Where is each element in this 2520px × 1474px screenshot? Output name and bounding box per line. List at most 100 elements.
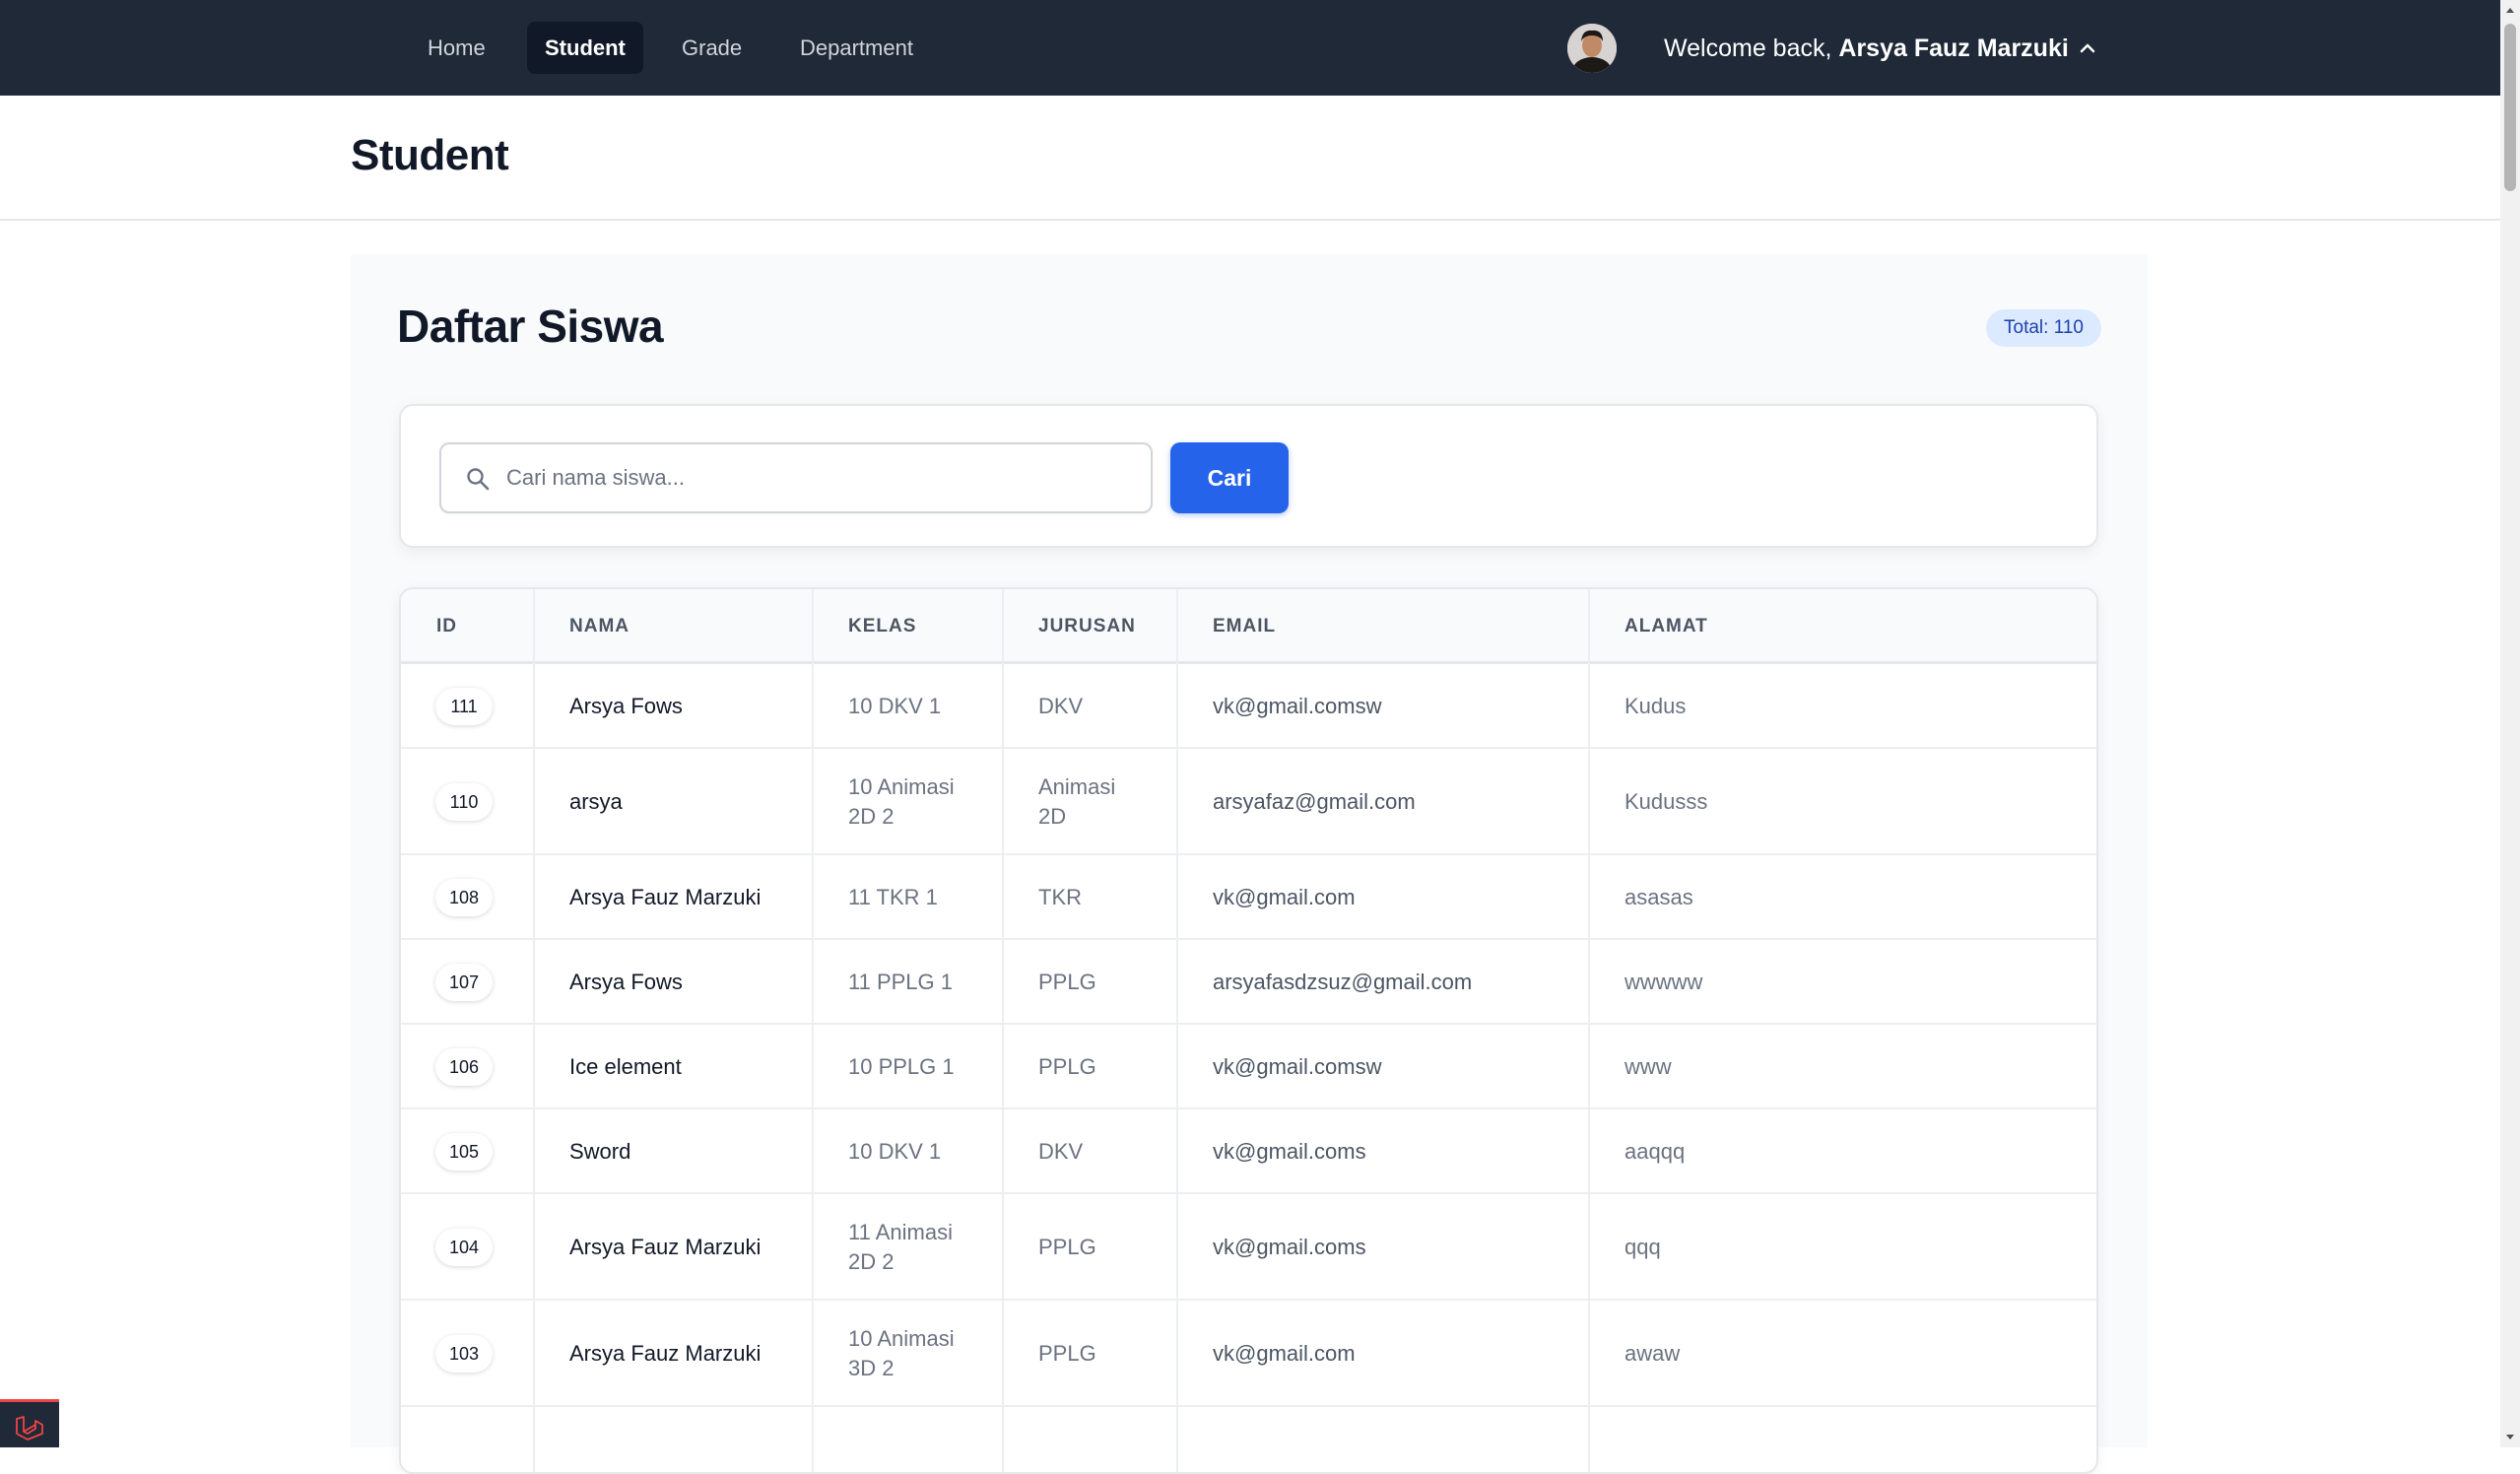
cell-alamat: www xyxy=(1625,1054,1672,1079)
row-id-badge: 104 xyxy=(435,1229,493,1266)
cell-email: arsyafaz@gmail.com xyxy=(1213,789,1416,814)
cell-alamat: Kudusss xyxy=(1625,789,1708,814)
search-card: Cari xyxy=(399,404,2098,548)
cell-email: vk@gmail.coms xyxy=(1213,1139,1366,1164)
cell-jurusan-line: Animasi xyxy=(1038,774,1116,799)
cell-kelas-line: 2D 2 xyxy=(848,804,895,829)
table-row[interactable]: 107 Arsya Fows 11 PPLG 1 PPLG arsyafasdzsuz@… xyxy=(401,940,2096,1025)
laravel-debugbar-toggle[interactable] xyxy=(0,1399,59,1447)
student-table: ID NAMA KELAS JURUSAN EMAIL ALAMAT 111 Ar… xyxy=(399,587,2098,1474)
cell-jurusan: PPLG xyxy=(1038,1052,1096,1082)
cell-email: vk@gmail.coms xyxy=(1213,1235,1366,1259)
cell-nama: Arsya Fows xyxy=(569,970,683,994)
total-badge: Total: 110 xyxy=(1986,309,2101,347)
nav-link-student[interactable]: Student xyxy=(527,22,643,74)
cell-jurusan: DKV xyxy=(1038,1137,1083,1167)
cell-jurusan-line: PPLG xyxy=(1038,970,1096,994)
table-row[interactable]: 111 Arsya Fows 10 DKV 1 DKV vk@gmail.comsw Ku… xyxy=(401,664,2096,749)
cell-nama: arsya xyxy=(569,789,623,814)
section-title: Daftar Siswa xyxy=(397,301,664,352)
table-row[interactable]: 105 Sword 10 DKV 1 DKV vk@gmail.coms aaqqq xyxy=(401,1109,2096,1194)
scroll-up-arrow-icon[interactable] xyxy=(2504,4,2516,16)
chevron-up-icon[interactable] xyxy=(2077,37,2098,59)
cell-kelas-line: 10 Animasi xyxy=(848,1326,955,1351)
table-row[interactable]: 104 Arsya Fauz Marzuki 11 Animasi 2D 2 PPLG v… xyxy=(401,1194,2096,1301)
cell-alamat: qqq xyxy=(1625,1235,1661,1259)
cell-jurusan: Animasi 2D xyxy=(1038,772,1115,832)
scroll-down-arrow-icon[interactable] xyxy=(2504,1432,2516,1443)
cell-jurusan-line: PPLG xyxy=(1038,1054,1096,1079)
cell-kelas: 10 DKV 1 xyxy=(848,692,941,721)
cell-nama: Arsya Fauz Marzuki xyxy=(569,885,762,909)
table-row[interactable]: 108 Arsya Fauz Marzuki 11 TKR 1 TKR vk@gmail… xyxy=(401,855,2096,940)
column-header-id: ID xyxy=(436,616,457,636)
cell-kelas: 11 TKR 1 xyxy=(848,883,938,912)
table-row[interactable]: 103 Arsya Fauz Marzuki 10 Animasi 3D 2 PPLG v… xyxy=(401,1301,2096,1407)
column-divider xyxy=(533,589,535,1472)
cell-alamat: asasas xyxy=(1625,885,1693,909)
cell-alamat: Kudus xyxy=(1625,694,1687,718)
cell-kelas: 10 PPLG 1 xyxy=(848,1052,955,1082)
cell-kelas-line: 2D 2 xyxy=(848,1249,895,1274)
cell-jurusan: DKV xyxy=(1038,692,1083,721)
row-id-badge: 106 xyxy=(435,1048,493,1086)
search-box[interactable] xyxy=(439,442,1153,513)
cell-kelas: 10 DKV 1 xyxy=(848,1137,941,1167)
user-name: Arsya Fauz Marzuki xyxy=(1838,34,2069,62)
row-id-badge: 108 xyxy=(435,879,493,916)
cell-jurusan: PPLG xyxy=(1038,1233,1096,1262)
cell-nama: Arsya Fauz Marzuki xyxy=(569,1341,762,1366)
search-button[interactable]: Cari xyxy=(1170,442,1289,513)
column-divider xyxy=(812,589,814,1472)
table-row[interactable]: 106 Ice element 10 PPLG 1 PPLG vk@gmail.coms… xyxy=(401,1025,2096,1109)
cell-email: vk@gmail.comsw xyxy=(1213,694,1382,718)
cell-jurusan-line: TKR xyxy=(1038,885,1082,909)
cell-alamat: aaqqq xyxy=(1625,1139,1686,1164)
table-header: ID NAMA KELAS JURUSAN EMAIL ALAMAT xyxy=(401,589,2096,664)
cell-email: vk@gmail.comsw xyxy=(1213,1054,1382,1079)
column-header-alamat: ALAMAT xyxy=(1625,616,1708,636)
nav-link-home[interactable]: Home xyxy=(410,22,503,74)
cell-jurusan: TKR xyxy=(1038,883,1082,912)
cell-nama: Ice element xyxy=(569,1054,682,1079)
scrollbar-thumb[interactable] xyxy=(2504,24,2516,191)
row-id-badge: 107 xyxy=(435,964,493,1001)
avatar[interactable] xyxy=(1567,24,1617,73)
cell-jurusan: PPLG xyxy=(1038,1339,1096,1369)
cell-jurusan: PPLG xyxy=(1038,968,1096,997)
cell-kelas-line: 11 Animasi xyxy=(848,1220,953,1244)
welcome-message[interactable]: Welcome back, Arsya Fauz Marzuki xyxy=(1664,30,2069,67)
cell-email: arsyafasdzsuz@gmail.com xyxy=(1213,970,1473,994)
cell-email: vk@gmail.com xyxy=(1213,885,1356,909)
cell-jurusan-line: PPLG xyxy=(1038,1235,1096,1259)
column-divider xyxy=(1002,589,1004,1472)
cell-kelas-line: 10 PPLG 1 xyxy=(848,1054,955,1079)
nav-link-grade[interactable]: Grade xyxy=(664,22,760,74)
column-divider xyxy=(1588,589,1590,1472)
cell-kelas: 10 Animasi 2D 2 xyxy=(848,772,955,832)
cell-kelas-line: 3D 2 xyxy=(848,1356,895,1380)
welcome-prefix: Welcome back, xyxy=(1664,34,1832,62)
page-scrollbar[interactable] xyxy=(2500,0,2520,1447)
table-row[interactable]: 110 arsya 10 Animasi 2D 2 Animasi 2D arsyafaz@… xyxy=(401,749,2096,855)
cell-kelas: 11 Animasi 2D 2 xyxy=(848,1218,953,1277)
cell-kelas-line: 10 DKV 1 xyxy=(848,1139,942,1164)
cell-kelas-line: 11 TKR 1 xyxy=(848,885,938,909)
search-input[interactable] xyxy=(506,446,1137,509)
nav-link-department[interactable]: Department xyxy=(782,22,931,74)
row-id-badge: 111 xyxy=(435,688,493,725)
search-icon xyxy=(467,468,490,491)
cell-kelas-line: 10 DKV 1 xyxy=(848,694,942,718)
cell-jurusan-line: DKV xyxy=(1038,1139,1084,1164)
column-header-email: EMAIL xyxy=(1213,616,1277,636)
cell-jurusan-line: 2D xyxy=(1038,804,1067,829)
cell-alamat: awaw xyxy=(1625,1341,1681,1366)
cell-email: vk@gmail.com xyxy=(1213,1341,1356,1366)
cell-jurusan-line: DKV xyxy=(1038,694,1084,718)
column-header-nama: NAMA xyxy=(569,616,630,636)
row-id-badge: 103 xyxy=(435,1335,493,1373)
column-header-kelas: KELAS xyxy=(848,616,917,636)
cell-alamat: wwwww xyxy=(1625,970,1703,994)
row-id-badge: 105 xyxy=(435,1133,493,1171)
cell-kelas-line: 10 Animasi xyxy=(848,774,955,799)
